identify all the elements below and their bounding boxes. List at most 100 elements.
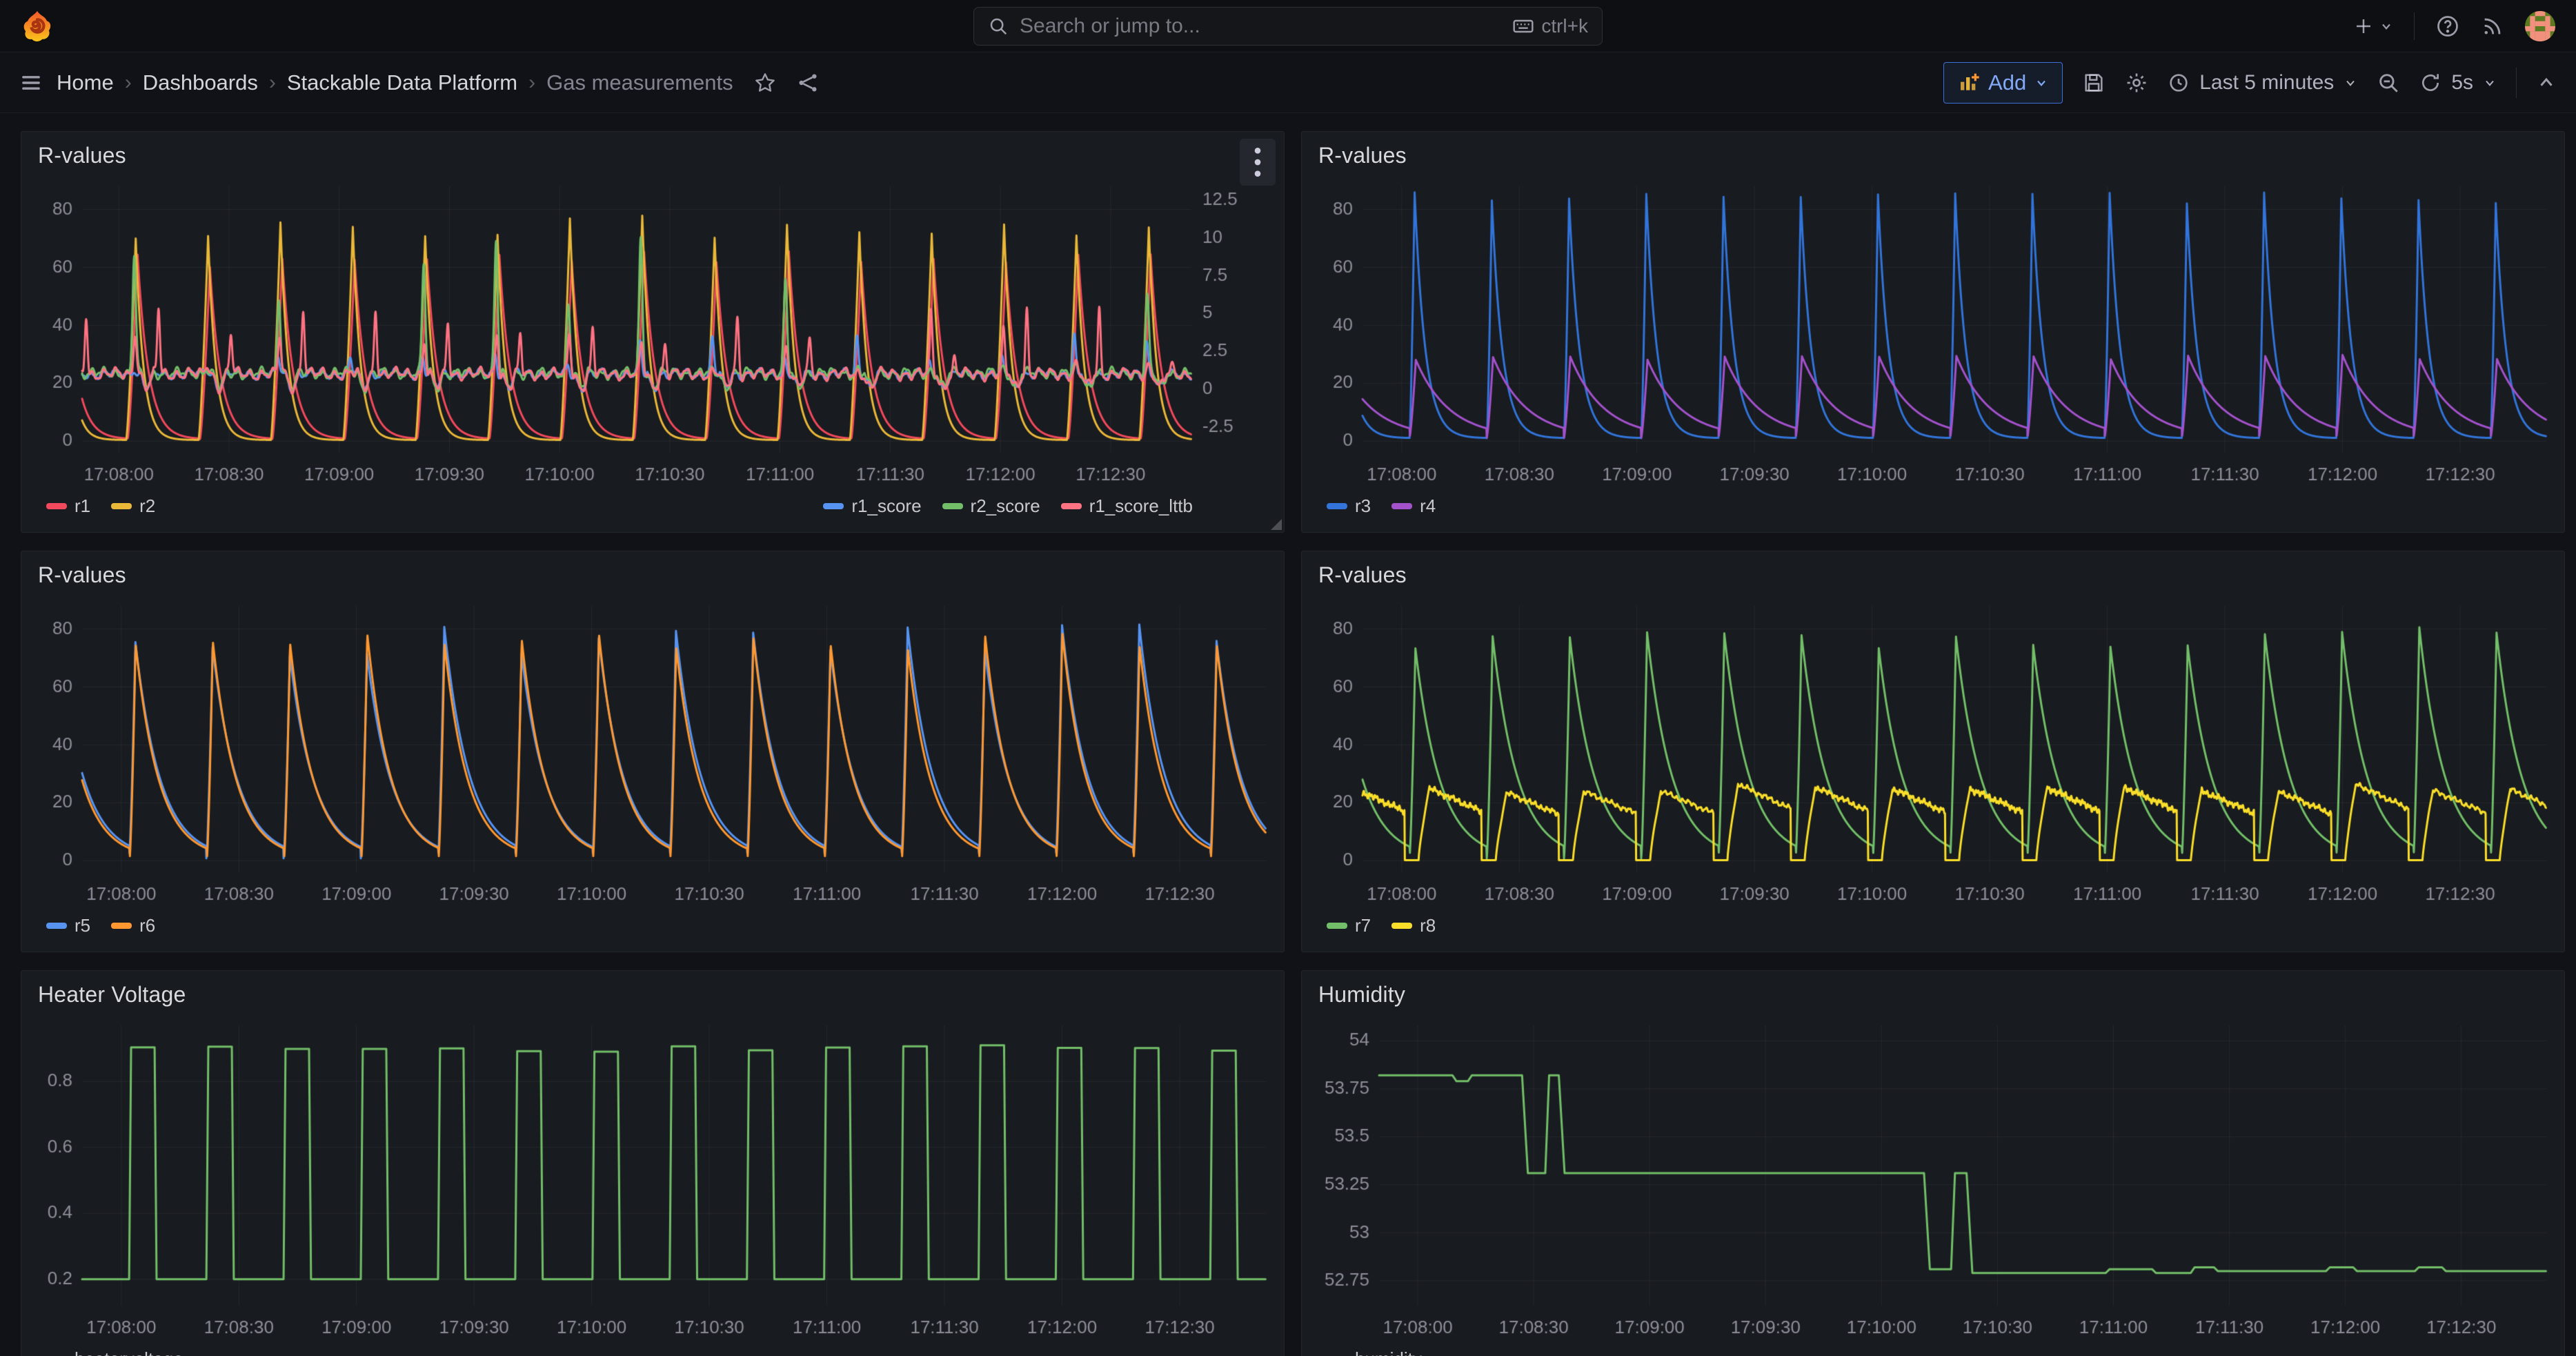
chart-canvas[interactable]	[21, 1013, 1284, 1344]
chart-canvas[interactable]	[1302, 593, 2564, 911]
search-input[interactable]: Search or jump to... ctrl+k	[973, 7, 1603, 46]
legend-label: r8	[1420, 915, 1436, 936]
search-shortcut: ctrl+k	[1512, 15, 1588, 37]
user-avatar[interactable]	[2525, 11, 2555, 41]
legend-label: r5	[75, 915, 90, 936]
legend-item-r7[interactable]: r7	[1327, 915, 1371, 936]
search-placeholder: Search or jump to...	[1020, 14, 1501, 38]
panel-resize-handle[interactable]	[1271, 519, 1282, 530]
help-icon[interactable]	[2435, 14, 2460, 39]
legend-label: humidity	[1355, 1348, 1422, 1356]
dashboard-settings-button[interactable]	[2125, 71, 2148, 95]
legend-label: heatervoltage	[75, 1348, 184, 1356]
chart-canvas[interactable]	[1302, 174, 2564, 491]
breadcrumb-home[interactable]: Home	[57, 70, 114, 95]
legend-label: r1_score_lttb	[1089, 495, 1193, 517]
panel-r-values-4: R-values r7 r8	[1301, 551, 2565, 952]
chart-canvas[interactable]	[1302, 1013, 2564, 1344]
panel-title[interactable]: Humidity	[1318, 982, 2548, 1008]
chart-canvas[interactable]	[21, 174, 1284, 491]
panel-title[interactable]: R-values	[38, 562, 1267, 588]
legend-item-r4[interactable]: r4	[1391, 495, 1436, 517]
share-dashboard-button[interactable]	[797, 72, 819, 94]
panel-r-values-3: R-values r5 r6	[21, 551, 1285, 952]
chart-legend: humidity	[1302, 1344, 2564, 1356]
dashboard-grid: R-values r1 r2 r1_score r2_score r1_score_lt…	[0, 113, 2576, 1356]
add-label: Add	[1988, 70, 2026, 95]
panel-title[interactable]: R-values	[38, 143, 1267, 168]
panel-header[interactable]: R-values	[21, 551, 1284, 593]
chart-legend: r3 r4	[1302, 491, 2564, 517]
zoom-out-time-button[interactable]	[2377, 71, 2400, 95]
legend-label: r1	[75, 495, 90, 517]
legend-label: r6	[139, 915, 155, 936]
breadcrumb-separator: ›	[269, 71, 276, 95]
chart-canvas[interactable]	[21, 593, 1284, 911]
legend-item-r8[interactable]: r8	[1391, 915, 1436, 936]
legend-item-r5[interactable]: r5	[46, 915, 90, 936]
legend-item-humidity[interactable]: humidity	[1327, 1348, 1422, 1356]
panel-header[interactable]: R-values	[1302, 551, 2564, 593]
legend-item-r1_score[interactable]: r1_score	[823, 495, 921, 517]
mega-menu-toggle[interactable]	[19, 71, 43, 95]
chart-legend: r7 r8	[1302, 911, 2564, 936]
panel-header[interactable]: Humidity	[1302, 971, 2564, 1013]
legend-swatch	[823, 503, 844, 509]
legend-item-r1[interactable]: r1	[46, 495, 90, 517]
panel-r-values-1: R-values r1 r2 r1_score r2_score r1_score_lt…	[21, 131, 1285, 533]
legend-item-r6[interactable]: r6	[111, 915, 155, 936]
breadcrumb: Home › Dashboards › Stackable Data Platf…	[57, 70, 733, 95]
legend-label: r3	[1355, 495, 1371, 517]
legend-group: r7 r8	[1327, 915, 1436, 936]
legend-group: r3 r4	[1327, 495, 1436, 517]
panel-heater-voltage: Heater Voltage heatervoltage	[21, 970, 1285, 1356]
panel-title[interactable]: R-values	[1318, 143, 2548, 168]
chart-legend: r5 r6	[21, 911, 1284, 936]
breadcrumb-folder[interactable]: Stackable Data Platform	[287, 70, 517, 95]
search-icon	[988, 16, 1009, 37]
collapse-toolbar-button[interactable]	[2536, 72, 2557, 93]
panel-header[interactable]: Heater Voltage	[21, 971, 1284, 1013]
panel-title[interactable]: R-values	[1318, 562, 2548, 588]
legend-item-r2[interactable]: r2	[111, 495, 155, 517]
legend-group: r1 r2	[46, 495, 155, 517]
clock-icon	[2168, 72, 2190, 94]
breadcrumb-current: Gas measurements	[546, 70, 733, 95]
breadcrumb-separator: ›	[125, 71, 132, 95]
panel-menu-icon[interactable]	[1240, 139, 1276, 186]
breadcrumb-dashboards[interactable]: Dashboards	[143, 70, 258, 95]
legend-item-r1_score_lttb[interactable]: r1_score_lttb	[1061, 495, 1193, 517]
legend-swatch	[1327, 503, 1347, 509]
legend-swatch	[111, 503, 132, 509]
legend-label: r7	[1355, 915, 1371, 936]
refresh-picker[interactable]: 5s	[2419, 71, 2497, 95]
legend-label: r4	[1420, 495, 1436, 517]
legend-item-r3[interactable]: r3	[1327, 495, 1371, 517]
legend-swatch	[111, 923, 132, 929]
time-range-label: Last 5 minutes	[2199, 71, 2334, 95]
legend-swatch	[1391, 923, 1412, 929]
dashboard-toolbar: Home › Dashboards › Stackable Data Platf…	[0, 52, 2576, 113]
top-bar: Search or jump to... ctrl+k	[0, 0, 2576, 52]
panel-title[interactable]: Heater Voltage	[38, 982, 1267, 1008]
legend-swatch	[1327, 923, 1347, 929]
legend-item-r2_score[interactable]: r2_score	[942, 495, 1040, 517]
news-rss-icon[interactable]	[2481, 14, 2504, 38]
legend-label: r1_score	[851, 495, 921, 517]
breadcrumb-separator: ›	[528, 71, 535, 95]
legend-group: r1_score r2_score r1_score_lttb	[823, 495, 1259, 517]
panel-header[interactable]: R-values	[1302, 132, 2564, 174]
panel-r-values-2: R-values r3 r4	[1301, 131, 2565, 533]
legend-swatch	[46, 923, 67, 929]
save-dashboard-button[interactable]	[2082, 71, 2106, 95]
time-range-picker[interactable]: Last 5 minutes	[2168, 71, 2357, 95]
new-button[interactable]	[2353, 16, 2393, 37]
toolbar-divider	[2516, 68, 2517, 98]
panel-header[interactable]: R-values	[21, 132, 1284, 174]
star-dashboard-button[interactable]	[754, 72, 776, 94]
legend-item-heatervoltage[interactable]: heatervoltage	[46, 1348, 184, 1356]
add-panel-button[interactable]: Add	[1943, 62, 2063, 104]
legend-group: r5 r6	[46, 915, 155, 936]
grafana-logo[interactable]	[21, 10, 54, 43]
refresh-icon	[2419, 72, 2441, 94]
